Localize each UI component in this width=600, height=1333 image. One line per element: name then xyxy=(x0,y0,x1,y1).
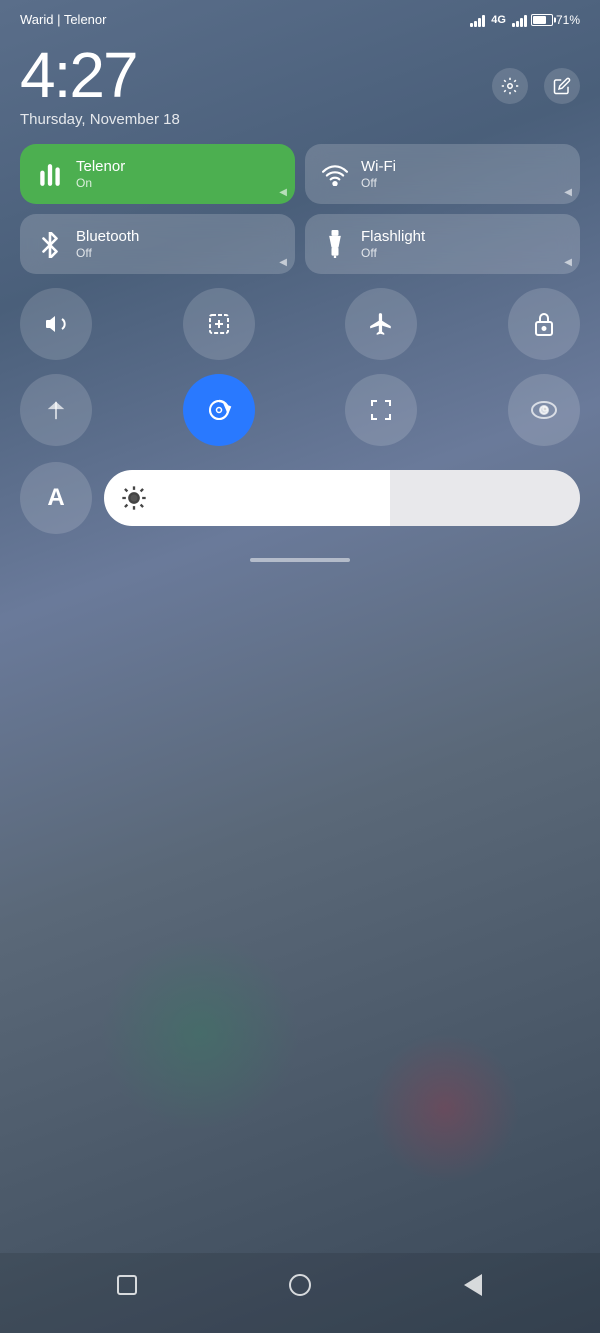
tile-wifi[interactable]: Wi-Fi Off ◀ xyxy=(305,144,580,204)
clock-section: 4:27 Thursday, November 18 xyxy=(0,35,600,144)
clock-date: Thursday, November 18 xyxy=(20,111,180,128)
battery-percent: 71% xyxy=(556,13,580,27)
flashlight-text: Flashlight Off xyxy=(361,228,425,260)
network-badge: 4G xyxy=(491,14,506,26)
quick-tiles: Telenor On ◀ Wi-Fi Off ◀ Bluetooth xyxy=(0,144,600,274)
back-icon xyxy=(464,1274,482,1296)
recent-icon xyxy=(117,1275,137,1295)
bluetooth-name: Bluetooth xyxy=(76,228,139,246)
back-button[interactable] xyxy=(451,1263,495,1307)
telenor-arrow: ◀ xyxy=(279,187,287,198)
wifi-status: Off xyxy=(361,176,396,190)
home-bar xyxy=(0,550,600,566)
eyecomfort-button[interactable] xyxy=(508,374,580,446)
tile-flashlight[interactable]: Flashlight Off ◀ xyxy=(305,214,580,274)
brightness-track xyxy=(390,470,580,526)
bluetooth-status: Off xyxy=(76,246,139,260)
carrier-text: Warid | Telenor xyxy=(20,12,106,27)
home-button[interactable] xyxy=(278,1263,322,1307)
location-button[interactable] xyxy=(20,374,92,446)
telenor-icon xyxy=(36,160,64,187)
icon-row-1 xyxy=(0,284,600,364)
flashlight-status: Off xyxy=(361,246,425,260)
status-icons: 4G 71% xyxy=(470,13,580,27)
flashlight-icon xyxy=(321,230,349,258)
bluetooth-arrow: ◀ xyxy=(279,257,287,268)
bottom-controls: A xyxy=(0,456,600,540)
signal2-icon xyxy=(512,13,527,27)
clock-left: 4:27 Thursday, November 18 xyxy=(20,43,180,128)
telenor-text: Telenor On xyxy=(76,158,125,190)
clock-time: 4:27 xyxy=(20,43,180,107)
telenor-name: Telenor xyxy=(76,158,125,176)
battery-indicator: 71% xyxy=(531,13,580,27)
autorotate-button[interactable] xyxy=(183,374,255,446)
scan-button[interactable] xyxy=(345,374,417,446)
flashlight-arrow: ◀ xyxy=(564,257,572,268)
telenor-status: On xyxy=(76,176,125,190)
wifi-icon xyxy=(321,161,349,187)
wifi-arrow: ◀ xyxy=(564,187,572,198)
lock-button[interactable] xyxy=(508,288,580,360)
clock-actions xyxy=(492,68,580,104)
bluetooth-icon xyxy=(36,230,64,257)
nav-bar xyxy=(0,1253,600,1333)
brightness-slider[interactable] xyxy=(104,470,580,526)
edit-button[interactable] xyxy=(544,68,580,104)
airplane-button[interactable] xyxy=(345,288,417,360)
wifi-name: Wi-Fi xyxy=(361,158,396,176)
tile-bluetooth[interactable]: Bluetooth Off ◀ xyxy=(20,214,295,274)
home-bar-line xyxy=(250,558,350,562)
screenshot-button[interactable] xyxy=(183,288,255,360)
status-bar: Warid | Telenor 4G 71% xyxy=(0,0,600,35)
bluetooth-text: Bluetooth Off xyxy=(76,228,139,260)
settings-button[interactable] xyxy=(492,68,528,104)
sound-button[interactable] xyxy=(20,288,92,360)
font-size-button[interactable]: A xyxy=(20,462,92,534)
wifi-text: Wi-Fi Off xyxy=(361,158,396,190)
flashlight-name: Flashlight xyxy=(361,228,425,246)
tile-telenor[interactable]: Telenor On ◀ xyxy=(20,144,295,204)
wallpaper-area xyxy=(0,566,600,846)
brightness-icon xyxy=(120,484,148,512)
home-icon xyxy=(289,1274,311,1296)
recent-apps-button[interactable] xyxy=(105,1263,149,1307)
battery-fill xyxy=(533,16,546,24)
battery-icon xyxy=(531,14,553,26)
icon-row-2 xyxy=(0,370,600,450)
signal-icon xyxy=(470,13,485,27)
